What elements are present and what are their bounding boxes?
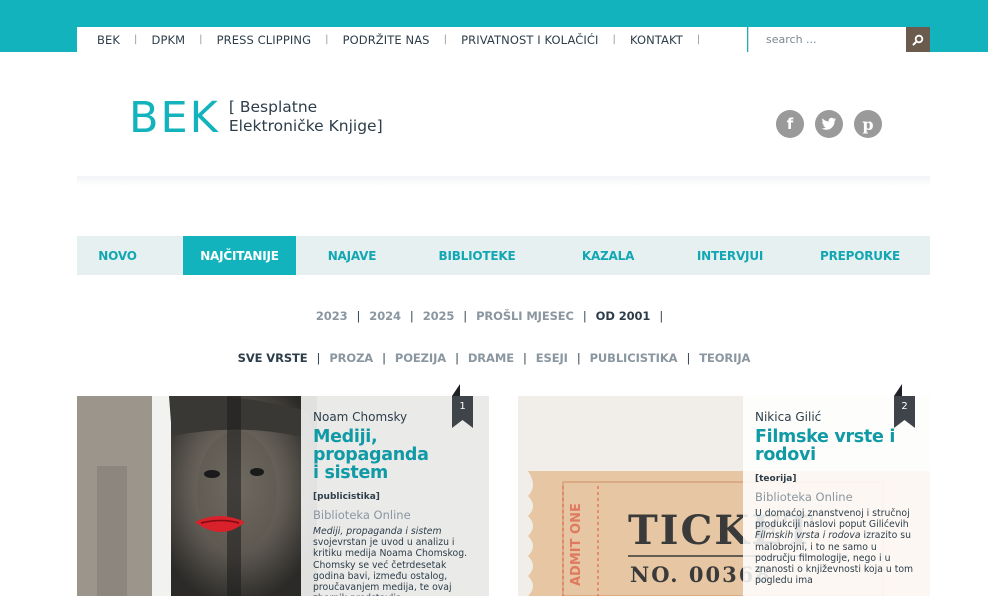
book-card[interactable]: Noam Chomsky Mediji, propaganda i sistem… <box>77 396 489 596</box>
genre-proza[interactable]: PROZA <box>329 351 373 365</box>
period-2025[interactable]: 2025 <box>423 309 455 323</box>
period-2023[interactable]: 2023 <box>316 309 348 323</box>
pinterest-icon[interactable]: p <box>854 110 882 138</box>
rank-badge: 2 <box>894 384 915 428</box>
facebook-icon[interactable]: f <box>776 110 804 138</box>
book-title[interactable]: Mediji, propaganda i sistem <box>313 428 477 482</box>
logo-tagline: [ Besplatne Elektroničke Knjige] <box>228 98 383 135</box>
rank-number: 2 <box>901 401 907 412</box>
genre-sve-vrste[interactable]: SVE VRSTE <box>238 351 308 365</box>
search-input[interactable] <box>749 27 907 52</box>
logo-wordmark: BEK <box>129 93 220 143</box>
period-od-2001[interactable]: OD 2001 <box>596 309 651 323</box>
book-excerpt: Mediji, propaganda i sistem svojevrstan … <box>313 526 468 596</box>
genre-eseji[interactable]: ESEJI <box>536 351 568 365</box>
genre-teorija[interactable]: TEORIJA <box>699 351 750 365</box>
book-genre: [publicistika] <box>313 492 380 502</box>
rank-number: 1 <box>459 401 465 412</box>
search-box <box>748 27 930 52</box>
svg-text:ADMIT ONE: ADMIT ONE <box>569 503 584 586</box>
top-nav-podrzite-nas[interactable]: PODRŽITE NAS <box>343 33 430 47</box>
book-genre: [teorija] <box>755 474 797 484</box>
tab-intervjui[interactable]: INTERVJUI <box>670 236 790 275</box>
twitter-icon[interactable] <box>815 110 843 138</box>
search-button[interactable] <box>906 27 930 52</box>
book-publisher: Biblioteka Online <box>755 490 853 504</box>
main-nav: NOVO NAJČITANIJE NAJAVE BIBLIOTEKE KAZAL… <box>77 236 930 275</box>
header-divider <box>77 176 930 186</box>
genre-poezija[interactable]: POEZIJA <box>395 351 446 365</box>
top-nav-bek[interactable]: BEK <box>97 33 120 47</box>
search-icon <box>912 34 924 45</box>
period-prosli-mjesec[interactable]: PROŠLI MJESEC <box>476 309 574 323</box>
genre-filter: SVE VRSTE | PROZA | POEZIJA | DRAME | ES… <box>237 351 751 365</box>
site-logo[interactable]: BEK [ Besplatne Elektroničke Knjige] <box>129 95 383 141</box>
tab-novo[interactable]: NOVO <box>77 236 158 275</box>
rank-badge: 1 <box>452 384 473 428</box>
period-2024[interactable]: 2024 <box>369 309 401 323</box>
genre-drame[interactable]: DRAME <box>468 351 514 365</box>
top-nav-press-clipping[interactable]: PRESS CLIPPING <box>217 33 311 47</box>
top-nav-dpkm[interactable]: DPKM <box>151 33 185 47</box>
tab-kazala[interactable]: KAZALA <box>546 236 670 275</box>
top-nav-kontakt[interactable]: KONTAKT <box>630 33 683 47</box>
period-filter: 2023 | 2024 | 2025 | PROŠLI MJESEC | OD … <box>315 309 664 323</box>
tab-biblioteke[interactable]: BIBLIOTEKE <box>408 236 546 275</box>
top-nav: BEK | DPKM | PRESS CLIPPING | PODRŽITE N… <box>77 27 747 52</box>
tab-najcitanije[interactable]: NAJČITANIJE <box>183 236 296 275</box>
book-card[interactable]: ADMIT ONE TICKET NO. 00368 Nikica Gilić … <box>518 396 930 596</box>
top-nav-privatnost[interactable]: PRIVATNOST I KOLAČIĆI <box>461 33 598 47</box>
genre-publicistika[interactable]: PUBLICISTIKA <box>590 351 678 365</box>
tab-najave[interactable]: NAJAVE <box>296 236 408 275</box>
book-excerpt: U domaćoj znanstvenoj i stručnoj produkc… <box>755 508 914 587</box>
tab-preporuke[interactable]: PREPORUKE <box>790 236 930 275</box>
book-publisher: Biblioteka Online <box>313 508 411 522</box>
book-title[interactable]: Filmske vrste i rodovi <box>755 428 918 464</box>
